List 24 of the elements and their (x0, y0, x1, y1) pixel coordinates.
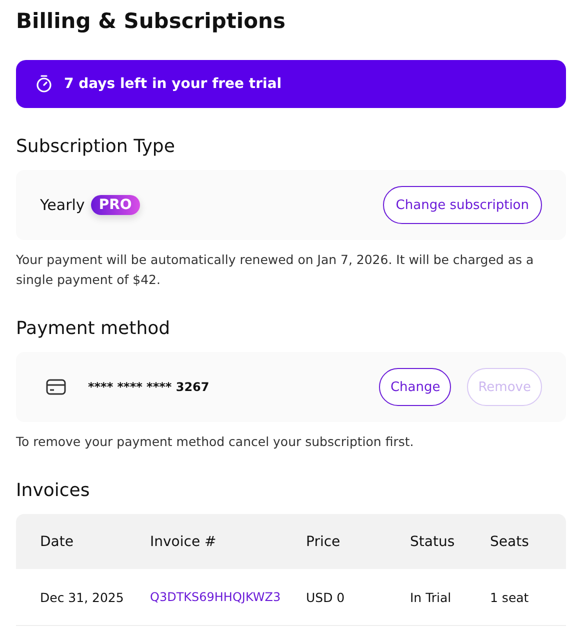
change-subscription-button[interactable]: Change subscription (382, 186, 542, 224)
column-header: Invoice # (150, 534, 218, 550)
change-button[interactable]: Change (379, 368, 452, 406)
column-header: Date (40, 534, 74, 550)
credit-card-icon (46, 379, 66, 395)
renewal-note: Your payment will be automatically renewed on Jan 7, 2026. It will be charged as a single payment of $42. (16, 251, 535, 289)
column-header: Seats (490, 534, 530, 550)
column-header: Price (306, 534, 342, 550)
table-cell-text: In Trial (410, 590, 452, 604)
table-cell-text: Dec 31, 2025 (40, 590, 125, 604)
stopwatch-icon (34, 74, 54, 94)
trial-text: 7 days left in your free trial (64, 76, 282, 92)
section-heading: Payment method (16, 317, 172, 341)
column-header: Status (410, 534, 456, 550)
page-title: Billing & Subscriptions (16, 8, 286, 35)
invoice-link[interactable]: Q3DTKS69HHQJKWZ3 (150, 590, 306, 604)
table-cell-text: 1 seat (490, 590, 530, 604)
pro-badge: PRO (90, 195, 140, 215)
plan-name: Yearly (40, 196, 85, 214)
table-cell-text: USD 0 (306, 590, 346, 604)
section-heading: Subscription Type (16, 135, 176, 159)
card-number: **** **** **** 3267 (88, 380, 210, 394)
section-heading: Invoices (16, 479, 91, 503)
payment-note: To remove your payment method cancel your subscription first. (16, 433, 415, 451)
